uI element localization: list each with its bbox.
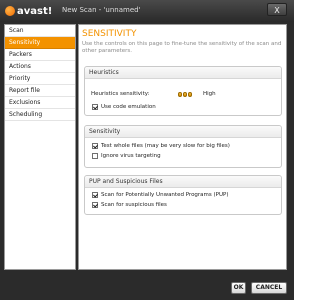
sidebar-item-priority[interactable]: Priority xyxy=(5,73,75,85)
avast-logo-icon xyxy=(5,6,15,16)
sidebar-item-sensitivity[interactable]: Sensitivity xyxy=(5,37,75,49)
slider-level-dot xyxy=(183,92,187,97)
cancel-button[interactable]: CANCEL xyxy=(251,282,287,294)
page-title: SENSITIVITY xyxy=(82,29,137,39)
page-description: Use the controls on this page to fine-tu… xyxy=(82,41,282,54)
scan-pup-label: Scan for Potentially Unwanted Programs (… xyxy=(101,192,229,198)
heuristics-sensitivity-value: High xyxy=(203,91,216,97)
sidebar-item-scan[interactable]: Scan xyxy=(5,25,75,37)
window-title: New Scan - 'unnamed' xyxy=(62,6,141,14)
pup-group: PUP and Suspicious Files Scan for Potent… xyxy=(84,175,282,215)
scan-suspicious-checkbox[interactable] xyxy=(92,202,98,208)
heuristics-header: Heuristics xyxy=(85,67,281,79)
sidebar-item-packers[interactable]: Packers xyxy=(5,49,75,61)
ok-button[interactable]: OK xyxy=(231,282,246,294)
scan-suspicious-label: Scan for suspicious files xyxy=(101,202,167,208)
close-button[interactable]: X xyxy=(267,3,287,16)
scan-pup-checkbox[interactable] xyxy=(92,192,98,198)
ignore-virus-targeting-label: Ignore virus targeting xyxy=(101,153,161,159)
avast-logo: avast! xyxy=(5,4,55,18)
slider-level-dot xyxy=(178,92,182,97)
settings-content: SENSITIVITY Use the controls on this pag… xyxy=(78,24,287,270)
test-whole-files-label: Test whole files (may be very slow for b… xyxy=(101,143,230,149)
sidebar-item-report-file[interactable]: Report file xyxy=(5,85,75,97)
ignore-virus-targeting-checkbox[interactable] xyxy=(92,153,98,159)
sidebar-item-scheduling[interactable]: Scheduling xyxy=(5,109,75,121)
settings-sidebar: Scan Sensitivity Packers Actions Priorit… xyxy=(4,24,76,270)
use-code-emulation-checkbox[interactable] xyxy=(92,104,98,110)
slider-level-dot xyxy=(188,92,192,97)
title-bar: avast! New Scan - 'unnamed' X xyxy=(0,0,294,22)
brand-name: avast! xyxy=(17,5,53,17)
sensitivity-group: Sensitivity Test whole files (may be ver… xyxy=(84,125,282,168)
use-code-emulation-label: Use code emulation xyxy=(101,104,156,110)
close-icon: X xyxy=(274,6,280,15)
pup-header: PUP and Suspicious Files xyxy=(85,176,281,188)
sensitivity-header: Sensitivity xyxy=(85,126,281,138)
sidebar-item-actions[interactable]: Actions xyxy=(5,61,75,73)
scan-settings-window: avast! New Scan - 'unnamed' X Scan Sensi… xyxy=(0,0,294,300)
test-whole-files-checkbox[interactable] xyxy=(92,143,98,149)
heuristics-sensitivity-label: Heuristics sensitivity: xyxy=(91,91,150,97)
sidebar-item-exclusions[interactable]: Exclusions xyxy=(5,97,75,109)
heuristics-group: Heuristics Heuristics sensitivity: High … xyxy=(84,66,282,116)
heuristics-sensitivity-slider[interactable] xyxy=(178,91,192,98)
